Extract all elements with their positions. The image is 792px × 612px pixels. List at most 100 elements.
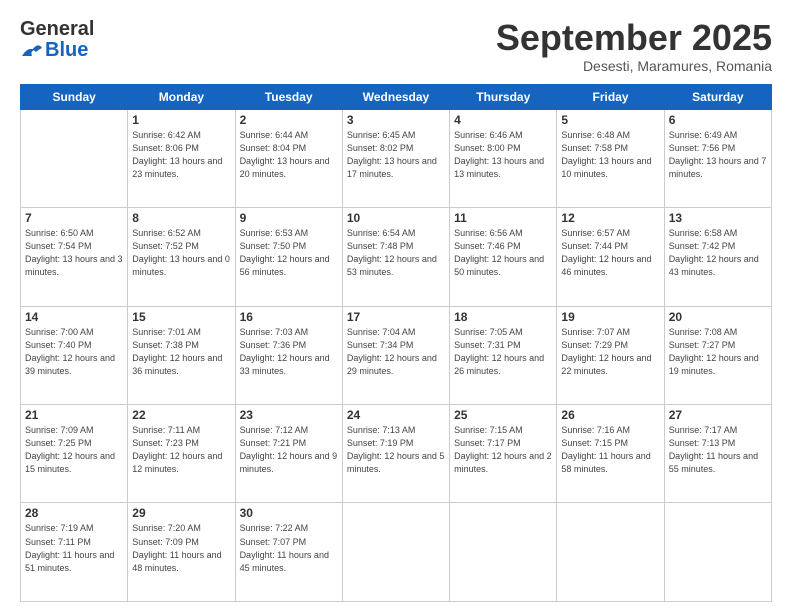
calendar-header-row: SundayMondayTuesdayWednesdayThursdayFrid… [21, 84, 772, 109]
calendar-cell: 1 Sunrise: 6:42 AMSunset: 8:06 PMDayligh… [128, 109, 235, 207]
day-number: 28 [25, 506, 123, 520]
calendar-cell: 23 Sunrise: 7:12 AMSunset: 7:21 PMDaylig… [235, 405, 342, 503]
day-number: 15 [132, 310, 230, 324]
day-info: Sunrise: 6:49 AMSunset: 7:56 PMDaylight:… [669, 129, 767, 181]
day-info: Sunrise: 6:57 AMSunset: 7:44 PMDaylight:… [561, 227, 659, 279]
calendar-week-row: 21 Sunrise: 7:09 AMSunset: 7:25 PMDaylig… [21, 405, 772, 503]
header: General Blue September 2025 Desesti, Mar… [20, 18, 772, 74]
calendar-cell: 12 Sunrise: 6:57 AMSunset: 7:44 PMDaylig… [557, 208, 664, 306]
day-number: 25 [454, 408, 552, 422]
calendar-cell: 27 Sunrise: 7:17 AMSunset: 7:13 PMDaylig… [664, 405, 771, 503]
day-number: 2 [240, 113, 338, 127]
calendar-cell: 7 Sunrise: 6:50 AMSunset: 7:54 PMDayligh… [21, 208, 128, 306]
day-info: Sunrise: 6:44 AMSunset: 8:04 PMDaylight:… [240, 129, 338, 181]
day-number: 29 [132, 506, 230, 520]
month-title: September 2025 [496, 18, 772, 58]
day-number: 24 [347, 408, 445, 422]
day-number: 23 [240, 408, 338, 422]
day-number: 3 [347, 113, 445, 127]
calendar-cell [342, 503, 449, 602]
day-info: Sunrise: 7:19 AMSunset: 7:11 PMDaylight:… [25, 522, 123, 574]
day-number: 13 [669, 211, 767, 225]
calendar-week-row: 14 Sunrise: 7:00 AMSunset: 7:40 PMDaylig… [21, 306, 772, 404]
day-number: 19 [561, 310, 659, 324]
calendar-cell: 16 Sunrise: 7:03 AMSunset: 7:36 PMDaylig… [235, 306, 342, 404]
calendar-cell: 14 Sunrise: 7:00 AMSunset: 7:40 PMDaylig… [21, 306, 128, 404]
calendar-cell: 24 Sunrise: 7:13 AMSunset: 7:19 PMDaylig… [342, 405, 449, 503]
day-number: 17 [347, 310, 445, 324]
day-number: 20 [669, 310, 767, 324]
day-info: Sunrise: 6:42 AMSunset: 8:06 PMDaylight:… [132, 129, 230, 181]
calendar-cell: 6 Sunrise: 6:49 AMSunset: 7:56 PMDayligh… [664, 109, 771, 207]
calendar-cell: 17 Sunrise: 7:04 AMSunset: 7:34 PMDaylig… [342, 306, 449, 404]
day-number: 1 [132, 113, 230, 127]
calendar-cell [21, 109, 128, 207]
logo: General Blue [20, 18, 94, 62]
day-number: 10 [347, 211, 445, 225]
calendar-cell: 2 Sunrise: 6:44 AMSunset: 8:04 PMDayligh… [235, 109, 342, 207]
calendar-table: SundayMondayTuesdayWednesdayThursdayFrid… [20, 84, 772, 602]
calendar-day-header: Wednesday [342, 84, 449, 109]
calendar-cell: 22 Sunrise: 7:11 AMSunset: 7:23 PMDaylig… [128, 405, 235, 503]
calendar-cell [664, 503, 771, 602]
day-info: Sunrise: 7:20 AMSunset: 7:09 PMDaylight:… [132, 522, 230, 574]
calendar-cell: 18 Sunrise: 7:05 AMSunset: 7:31 PMDaylig… [450, 306, 557, 404]
day-number: 30 [240, 506, 338, 520]
calendar-cell: 20 Sunrise: 7:08 AMSunset: 7:27 PMDaylig… [664, 306, 771, 404]
calendar-week-row: 7 Sunrise: 6:50 AMSunset: 7:54 PMDayligh… [21, 208, 772, 306]
day-info: Sunrise: 7:04 AMSunset: 7:34 PMDaylight:… [347, 326, 445, 378]
day-info: Sunrise: 6:52 AMSunset: 7:52 PMDaylight:… [132, 227, 230, 279]
calendar-cell: 26 Sunrise: 7:16 AMSunset: 7:15 PMDaylig… [557, 405, 664, 503]
calendar-cell: 30 Sunrise: 7:22 AMSunset: 7:07 PMDaylig… [235, 503, 342, 602]
calendar-cell: 3 Sunrise: 6:45 AMSunset: 8:02 PMDayligh… [342, 109, 449, 207]
calendar-cell: 11 Sunrise: 6:56 AMSunset: 7:46 PMDaylig… [450, 208, 557, 306]
day-info: Sunrise: 7:05 AMSunset: 7:31 PMDaylight:… [454, 326, 552, 378]
location: Desesti, Maramures, Romania [496, 58, 772, 74]
title-area: September 2025 Desesti, Maramures, Roman… [496, 18, 772, 74]
day-number: 8 [132, 211, 230, 225]
calendar-cell: 8 Sunrise: 6:52 AMSunset: 7:52 PMDayligh… [128, 208, 235, 306]
day-number: 9 [240, 211, 338, 225]
day-number: 4 [454, 113, 552, 127]
day-info: Sunrise: 7:12 AMSunset: 7:21 PMDaylight:… [240, 424, 338, 476]
calendar-day-header: Friday [557, 84, 664, 109]
calendar-cell [557, 503, 664, 602]
logo-text: Blue [20, 39, 88, 62]
day-number: 21 [25, 408, 123, 422]
calendar-cell: 25 Sunrise: 7:15 AMSunset: 7:17 PMDaylig… [450, 405, 557, 503]
calendar-cell: 29 Sunrise: 7:20 AMSunset: 7:09 PMDaylig… [128, 503, 235, 602]
day-info: Sunrise: 6:56 AMSunset: 7:46 PMDaylight:… [454, 227, 552, 279]
calendar-day-header: Tuesday [235, 84, 342, 109]
day-info: Sunrise: 7:09 AMSunset: 7:25 PMDaylight:… [25, 424, 123, 476]
logo-bird-icon [20, 42, 42, 60]
calendar-cell: 10 Sunrise: 6:54 AMSunset: 7:48 PMDaylig… [342, 208, 449, 306]
day-info: Sunrise: 6:58 AMSunset: 7:42 PMDaylight:… [669, 227, 767, 279]
calendar-cell: 15 Sunrise: 7:01 AMSunset: 7:38 PMDaylig… [128, 306, 235, 404]
day-info: Sunrise: 7:07 AMSunset: 7:29 PMDaylight:… [561, 326, 659, 378]
day-number: 16 [240, 310, 338, 324]
calendar-cell: 19 Sunrise: 7:07 AMSunset: 7:29 PMDaylig… [557, 306, 664, 404]
day-number: 5 [561, 113, 659, 127]
calendar-week-row: 1 Sunrise: 6:42 AMSunset: 8:06 PMDayligh… [21, 109, 772, 207]
day-number: 14 [25, 310, 123, 324]
day-info: Sunrise: 6:45 AMSunset: 8:02 PMDaylight:… [347, 129, 445, 181]
calendar-cell: 28 Sunrise: 7:19 AMSunset: 7:11 PMDaylig… [21, 503, 128, 602]
day-info: Sunrise: 7:15 AMSunset: 7:17 PMDaylight:… [454, 424, 552, 476]
calendar-cell: 5 Sunrise: 6:48 AMSunset: 7:58 PMDayligh… [557, 109, 664, 207]
calendar-cell: 21 Sunrise: 7:09 AMSunset: 7:25 PMDaylig… [21, 405, 128, 503]
calendar-cell [450, 503, 557, 602]
day-info: Sunrise: 7:08 AMSunset: 7:27 PMDaylight:… [669, 326, 767, 378]
calendar-day-header: Sunday [21, 84, 128, 109]
day-number: 26 [561, 408, 659, 422]
day-number: 6 [669, 113, 767, 127]
day-info: Sunrise: 6:50 AMSunset: 7:54 PMDaylight:… [25, 227, 123, 279]
day-number: 12 [561, 211, 659, 225]
day-info: Sunrise: 7:11 AMSunset: 7:23 PMDaylight:… [132, 424, 230, 476]
logo-wrapper: General [20, 18, 94, 41]
day-info: Sunrise: 6:48 AMSunset: 7:58 PMDaylight:… [561, 129, 659, 181]
day-number: 22 [132, 408, 230, 422]
day-info: Sunrise: 6:53 AMSunset: 7:50 PMDaylight:… [240, 227, 338, 279]
calendar-week-row: 28 Sunrise: 7:19 AMSunset: 7:11 PMDaylig… [21, 503, 772, 602]
page: General Blue September 2025 Desesti, Mar… [0, 0, 792, 612]
day-info: Sunrise: 7:17 AMSunset: 7:13 PMDaylight:… [669, 424, 767, 476]
